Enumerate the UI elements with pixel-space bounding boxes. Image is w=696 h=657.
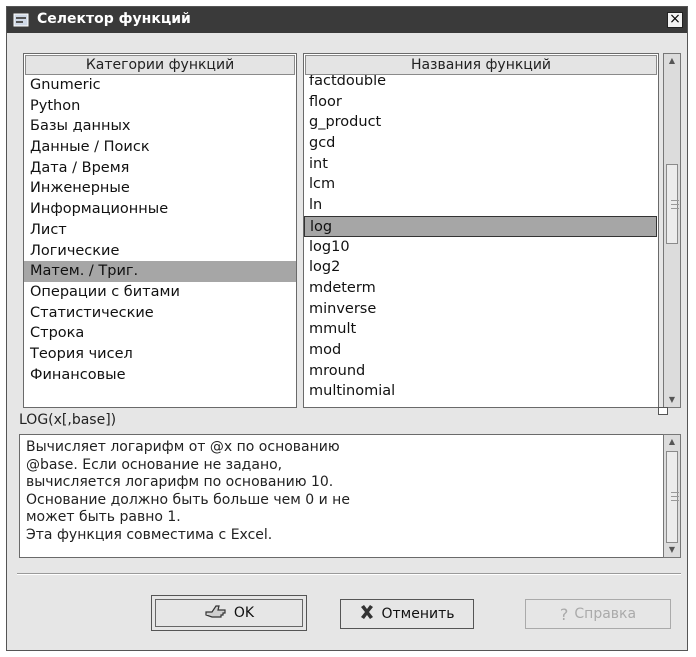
- function-item[interactable]: lcm: [304, 174, 658, 195]
- categories-panel: Категории функций Gnumeric Python Базы дан…: [23, 53, 297, 408]
- function-item[interactable]: floor: [304, 92, 658, 113]
- window-app-icon: [13, 12, 29, 28]
- category-item[interactable]: Дата / Время: [24, 158, 296, 179]
- category-item[interactable]: Gnumeric: [24, 75, 296, 96]
- ok-label: OK: [233, 605, 255, 621]
- functions-header[interactable]: Названия функций: [305, 55, 657, 75]
- title-bar: Селектор функций ×: [7, 7, 687, 33]
- categories-header[interactable]: Категории функций: [25, 55, 295, 75]
- help-label: Справка: [574, 606, 637, 622]
- category-item[interactable]: Инженерные: [24, 178, 296, 199]
- pane-resize-handle[interactable]: [658, 407, 668, 415]
- cancel-button[interactable]: Отменить: [340, 599, 474, 629]
- category-item[interactable]: Матем. / Триг.: [24, 261, 296, 282]
- scroll-up-icon[interactable]: ▲: [665, 55, 679, 67]
- help-button[interactable]: ? Справка: [525, 599, 671, 629]
- function-item[interactable]: mround: [304, 361, 658, 382]
- categories-list: Gnumeric Python Базы данных Данные / Поиск Д…: [24, 75, 296, 407]
- function-selector-dialog: Селектор функций × Категории функций Gnu…: [6, 6, 688, 651]
- category-item[interactable]: Информационные: [24, 199, 296, 220]
- function-item[interactable]: log2: [304, 257, 658, 278]
- category-item[interactable]: Финансовые: [24, 365, 296, 386]
- function-item[interactable]: multinomial: [304, 381, 658, 402]
- ok-hand-icon: [204, 602, 228, 624]
- cross-icon: [359, 604, 375, 624]
- desc-scroll-thumb[interactable]: [666, 451, 679, 543]
- category-item[interactable]: Операции с битами: [24, 282, 296, 303]
- category-item[interactable]: Данные / Поиск: [24, 137, 296, 158]
- category-item[interactable]: Python: [24, 96, 296, 117]
- category-item[interactable]: Логические: [24, 241, 296, 262]
- close-icon[interactable]: ×: [667, 12, 683, 28]
- function-item[interactable]: int: [304, 154, 658, 175]
- description-panel: Вычисляет логарифм от @x по основанию @b…: [19, 434, 665, 558]
- functions-scrollbar[interactable]: ▲ ▼: [663, 53, 681, 408]
- function-item[interactable]: gcd: [304, 133, 658, 154]
- cancel-label: Отменить: [381, 606, 455, 622]
- description-text: Вычисляет логарифм от @x по основанию @b…: [26, 439, 350, 543]
- category-item[interactable]: Базы данных: [24, 116, 296, 137]
- function-item[interactable]: log10: [304, 237, 658, 258]
- category-item[interactable]: Строка: [24, 323, 296, 344]
- function-item[interactable]: ln: [304, 195, 658, 216]
- category-item[interactable]: Статистические: [24, 303, 296, 324]
- desc-scroll-up-icon[interactable]: ▲: [665, 436, 679, 448]
- function-item[interactable]: minverse: [304, 299, 658, 320]
- scroll-down-icon[interactable]: ▼: [665, 394, 679, 406]
- ok-button[interactable]: OK: [151, 595, 307, 631]
- function-signature: LOG(x[,base]): [19, 412, 117, 428]
- scroll-thumb[interactable]: [666, 164, 679, 244]
- category-item[interactable]: Лист: [24, 220, 296, 241]
- category-item[interactable]: Теория чисел: [24, 344, 296, 365]
- desc-scroll-down-icon[interactable]: ▼: [665, 544, 679, 556]
- function-item[interactable]: g_product: [304, 112, 658, 133]
- separator: [17, 573, 681, 575]
- function-item[interactable]: mod: [304, 340, 658, 361]
- window-title: Селектор функций: [37, 11, 191, 27]
- function-item[interactable]: mmult: [304, 319, 658, 340]
- functions-list: factdouble floor g_product gcd int lcm ln log lo…: [304, 71, 658, 407]
- question-icon: ?: [559, 604, 569, 624]
- function-item[interactable]: mdeterm: [304, 278, 658, 299]
- function-item[interactable]: log: [304, 215, 657, 237]
- functions-panel: Названия функций factdouble floor g_produc…: [303, 53, 659, 408]
- description-scrollbar[interactable]: ▲ ▼: [663, 434, 681, 558]
